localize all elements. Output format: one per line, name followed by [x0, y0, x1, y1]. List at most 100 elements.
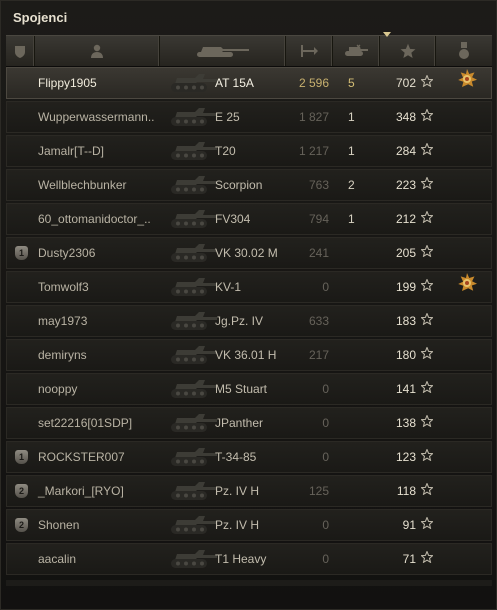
column-header: [6, 35, 492, 67]
medal-icon[interactable]: [456, 272, 478, 294]
player-name: Wupperwassermann..: [38, 110, 155, 124]
platoon-badge: 1: [15, 450, 28, 464]
damage-value: 794: [308, 212, 329, 226]
medal-icon[interactable]: [456, 68, 478, 90]
tank-name: KV-1: [215, 280, 242, 294]
tank-name: T20: [215, 144, 236, 158]
kills-value: 2: [348, 178, 355, 192]
tank-image: [167, 170, 219, 198]
star-icon: [420, 238, 434, 258]
player-row[interactable]: set22216[01SDP] JPanther 0 138: [6, 407, 492, 439]
star-icon: [420, 476, 434, 496]
star-icon: [420, 544, 434, 564]
player-row[interactable]: Wupperwassermann.. E 25 1 827 1 348: [6, 101, 492, 133]
tank-image: [167, 510, 219, 538]
star-icon: [420, 510, 434, 530]
xp-value: 138: [395, 416, 416, 430]
tank-name: Scorpion: [215, 178, 263, 192]
sort-descending-indicator: [383, 32, 391, 37]
damage-value: 0: [322, 280, 329, 294]
kills-value: 1: [348, 212, 355, 226]
medal-icon[interactable]: [436, 36, 492, 66]
damage-value: 0: [322, 518, 329, 532]
person-icon[interactable]: [35, 36, 160, 66]
tank-image: [167, 408, 219, 436]
kills-value: 5: [348, 76, 355, 90]
tank-name: T1 Heavy: [215, 552, 267, 566]
star-icon: [420, 442, 434, 462]
xp-value: 123: [395, 450, 416, 464]
player-name: 60_ottomanidoctor_..: [38, 212, 151, 226]
xp-value: 180: [395, 348, 416, 362]
damage-value: 1 217: [298, 144, 329, 158]
tank-icon[interactable]: [160, 36, 286, 66]
player-row[interactable]: demiryns VK 36.01 H 217 180: [6, 339, 492, 371]
player-name: Shonen: [38, 518, 80, 532]
platoon-badge: 2: [15, 518, 28, 532]
shield-icon[interactable]: [6, 36, 35, 66]
damage-value: 0: [322, 552, 329, 566]
player-row[interactable]: 1 Dusty2306 VK 30.02 M 241 205: [6, 237, 492, 269]
player-name: nooppy: [38, 382, 78, 396]
star-icon: [420, 136, 434, 156]
player-row[interactable]: Tomwolf3 KV-1 0 199: [6, 271, 492, 303]
player-row[interactable]: Jamalr[T--D] T20 1 217 1 284: [6, 135, 492, 167]
damage-value: 633: [308, 314, 329, 328]
player-row[interactable]: aacalin T1 Heavy 0 71: [6, 543, 492, 575]
player-row[interactable]: Wellblechbunker Scorpion 763 2 223: [6, 169, 492, 201]
tank-image: [167, 136, 219, 164]
xp-value: 702: [395, 76, 416, 90]
player-name: _Markori_[RYO]: [38, 484, 124, 498]
tank-image: [167, 238, 219, 266]
damage-value: 2 596: [298, 76, 329, 90]
star-icon: [420, 68, 434, 88]
player-list: Flippy1905 AT 15A 2 596 5 702 Wupperwasserman…: [6, 67, 492, 577]
tank-name: VK 30.02 M: [215, 246, 278, 260]
star-icon[interactable]: [380, 36, 436, 66]
damage-value: 217: [308, 348, 329, 362]
star-icon: [420, 102, 434, 122]
tank-name: E 25: [215, 110, 240, 124]
xp-value: 212: [395, 212, 416, 226]
kills-value: 1: [348, 110, 355, 124]
player-row[interactable]: may1973 Jg.Pz. IV 633 183: [6, 305, 492, 337]
player-name: set22216[01SDP]: [38, 416, 133, 430]
player-name: Dusty2306: [38, 246, 96, 260]
allies-panel: Spojenci Flippy1905 AT 15A 2 596 5 702 Wupper…: [0, 0, 497, 610]
player-row[interactable]: 2 Shonen Pz. IV H 0 91: [6, 509, 492, 541]
damage-value: 0: [322, 416, 329, 430]
damage-value: 0: [322, 450, 329, 464]
tank-name: M5 Stuart: [215, 382, 268, 396]
tank-name: FV304: [215, 212, 251, 226]
player-name: may1973: [38, 314, 88, 328]
player-row[interactable]: Flippy1905 AT 15A 2 596 5 702: [6, 67, 492, 99]
star-icon: [420, 272, 434, 292]
tank-image: [167, 306, 219, 334]
xp-value: 141: [395, 382, 416, 396]
tank-name: Pz. IV H: [215, 484, 260, 498]
player-row[interactable]: 1 ROCKSTER007 T-34-85 0 123: [6, 441, 492, 473]
player-name: demiryns: [38, 348, 87, 362]
star-icon: [420, 170, 434, 190]
player-name: Jamalr[T--D]: [38, 144, 104, 158]
damage-value: 1 827: [298, 110, 329, 124]
player-row[interactable]: nooppy M5 Stuart 0 141: [6, 373, 492, 405]
xp-value: 348: [395, 110, 416, 124]
player-row[interactable]: 60_ottomanidoctor_.. FV304 794 1 212: [6, 203, 492, 235]
kills-value: 1: [348, 144, 355, 158]
damage-icon[interactable]: [286, 36, 333, 66]
player-name: Flippy1905: [38, 76, 97, 90]
star-icon: [420, 374, 434, 394]
panel-title: Spojenci: [13, 10, 68, 25]
player-name: Tomwolf3: [38, 280, 89, 294]
damage-value: 0: [322, 382, 329, 396]
xp-value: 71: [402, 552, 416, 566]
xp-value: 223: [395, 178, 416, 192]
star-icon: [420, 204, 434, 224]
destroyed-tanks-icon[interactable]: [333, 36, 380, 66]
damage-value: 125: [308, 484, 329, 498]
tank-image: [167, 340, 219, 368]
player-row[interactable]: 2 _Markori_[RYO] Pz. IV H 125 118: [6, 475, 492, 507]
tank-name: JPanther: [215, 416, 264, 430]
platoon-badge: 1: [15, 246, 28, 260]
